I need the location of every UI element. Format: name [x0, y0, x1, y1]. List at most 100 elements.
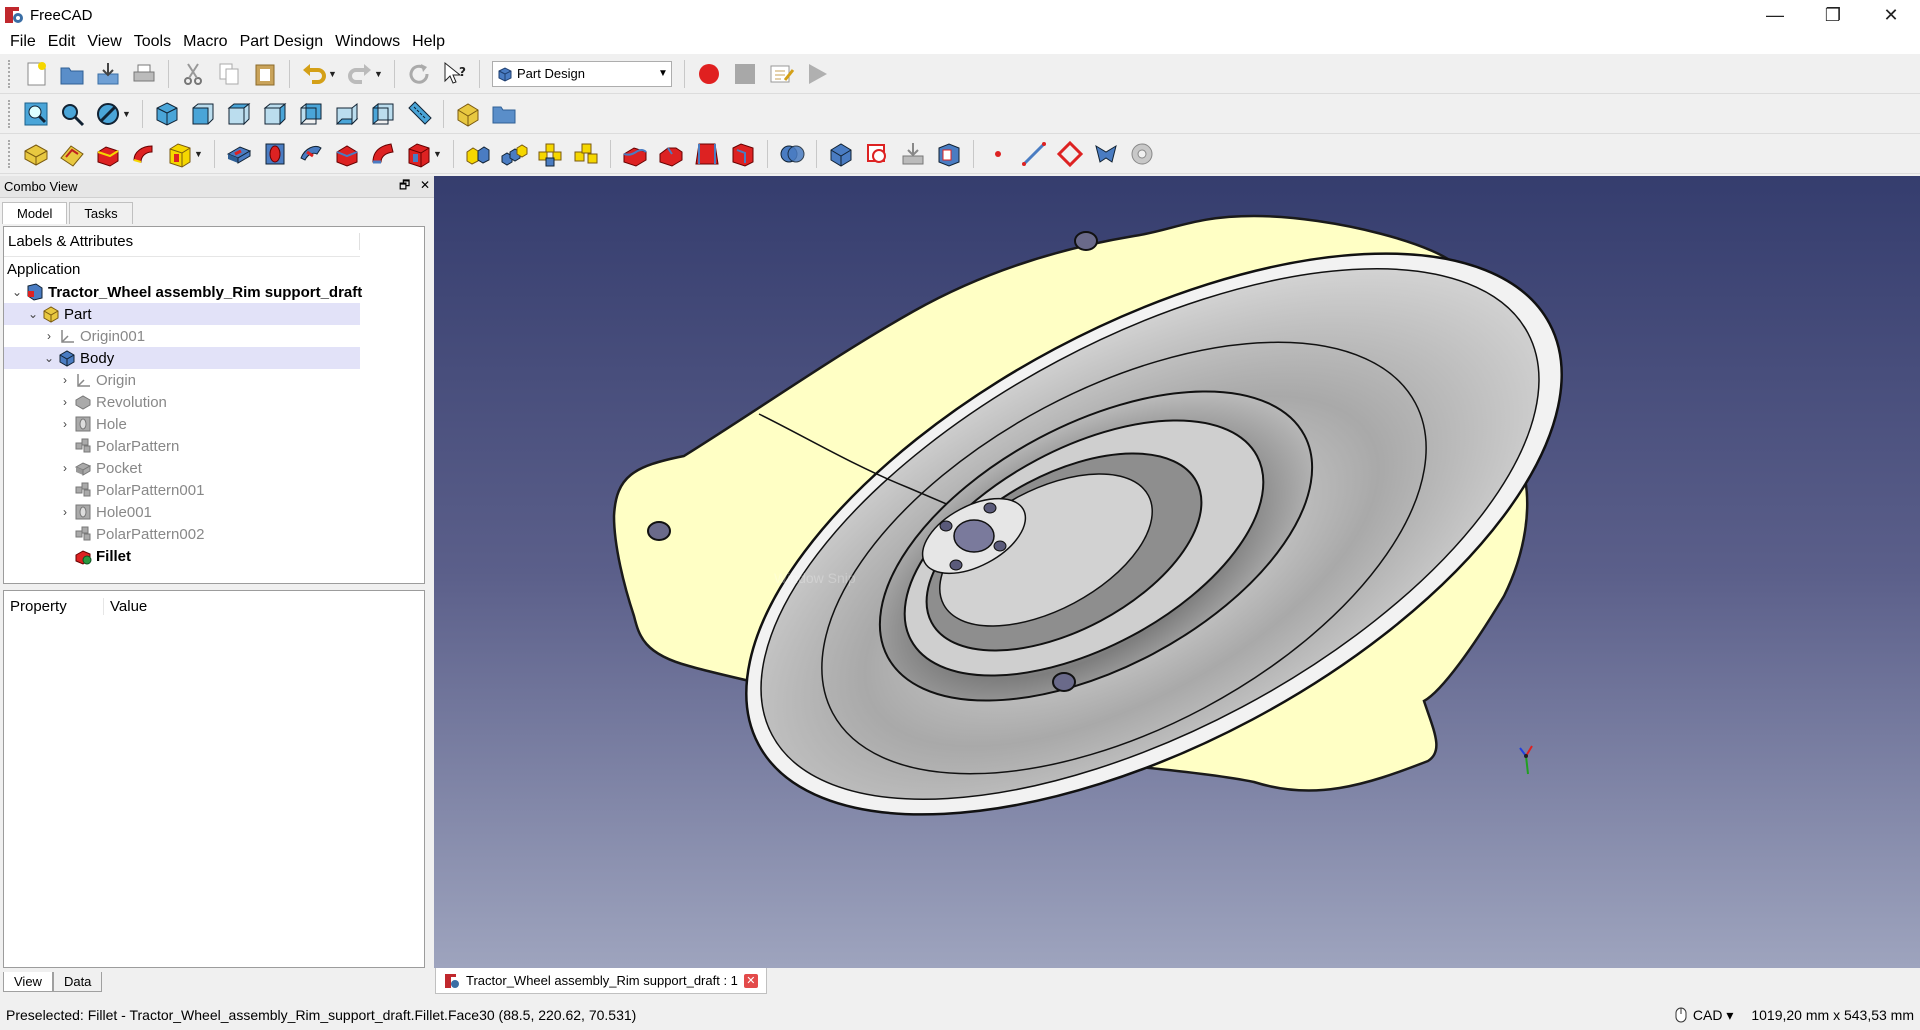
open-button[interactable]	[55, 57, 89, 91]
cut-button[interactable]	[176, 57, 210, 91]
macro-stop-button[interactable]	[728, 57, 762, 91]
hole-button[interactable]	[258, 137, 292, 171]
copy-button[interactable]	[212, 57, 246, 91]
sprocket-button[interactable]	[1125, 137, 1159, 171]
datum-point-button[interactable]	[981, 137, 1015, 171]
view-bottom-button[interactable]	[330, 97, 364, 131]
measure-button[interactable]	[402, 97, 436, 131]
menu-view[interactable]: View	[81, 33, 127, 51]
datum-line-button[interactable]	[1017, 137, 1051, 171]
redo-dropdown[interactable]: ▼	[374, 69, 384, 79]
toolbar-grip[interactable]	[8, 99, 12, 128]
tree-item[interactable]: PolarPattern001	[4, 479, 424, 501]
paste-button[interactable]	[248, 57, 282, 91]
thickness-button[interactable]	[726, 137, 760, 171]
undo-dropdown[interactable]: ▼	[328, 69, 338, 79]
minimize-button[interactable]: —	[1746, 0, 1804, 30]
chevron-down-icon[interactable]: ⌄	[26, 307, 40, 321]
bolt-hole-3[interactable]	[993, 540, 1007, 552]
rim-support-model[interactable]	[434, 176, 1920, 968]
chevron-right-icon[interactable]: ›	[58, 461, 72, 475]
chevron-right-icon[interactable]: ›	[58, 373, 72, 387]
view-front-button[interactable]	[186, 97, 220, 131]
bolt-hole-2[interactable]	[983, 502, 997, 514]
menu-macro[interactable]: Macro	[177, 33, 233, 51]
chevron-right-icon[interactable]: ›	[58, 505, 72, 519]
macro-record-button[interactable]	[692, 57, 726, 91]
new-document-button[interactable]	[19, 57, 53, 91]
subtractive-loft-button[interactable]	[330, 137, 364, 171]
property-column-header[interactable]: Property	[4, 597, 104, 615]
workbench-selector[interactable]: Part Design ▼	[492, 60, 672, 87]
tab-model[interactable]: Model	[2, 202, 68, 224]
chevron-right-icon[interactable]: ›	[58, 417, 72, 431]
menu-file[interactable]: File	[4, 33, 42, 51]
tab-view[interactable]: View	[3, 972, 53, 992]
3d-viewport[interactable]: Window Snip	[434, 176, 1920, 968]
groove-button[interactable]	[294, 137, 328, 171]
navigation-style-selector[interactable]: CAD ▾	[1675, 1007, 1733, 1024]
create-part-button[interactable]	[451, 97, 485, 131]
tree-item[interactable]: PolarPattern	[4, 435, 424, 457]
datum-shape-button[interactable]	[932, 137, 966, 171]
redo-button[interactable]	[343, 57, 377, 91]
chevron-down-icon[interactable]: ⌄	[10, 285, 24, 299]
tree-item[interactable]: › Revolution	[4, 391, 424, 413]
menu-windows[interactable]: Windows	[329, 33, 406, 51]
draw-style-button[interactable]	[91, 97, 125, 131]
fit-all-button[interactable]	[19, 97, 53, 131]
tree-item[interactable]: › Hole	[4, 413, 424, 435]
mount-hole-left[interactable]	[647, 521, 671, 541]
toolbar-grip[interactable]	[8, 139, 12, 168]
tree-item[interactable]: ⌄ Tractor_Wheel assembly_Rim support_draf…	[4, 281, 424, 303]
tree-item[interactable]: › Origin	[4, 369, 424, 391]
toolbar-grip[interactable]	[8, 59, 12, 88]
chevron-right-icon[interactable]: ›	[58, 395, 72, 409]
local-cs-button[interactable]	[1089, 137, 1123, 171]
view-left-button[interactable]	[366, 97, 400, 131]
print-button[interactable]	[127, 57, 161, 91]
close-panel-icon[interactable]: ✕	[420, 178, 430, 192]
tree-item[interactable]: ⌄ Part	[4, 303, 360, 325]
macro-edit-button[interactable]	[764, 57, 798, 91]
close-button[interactable]: ✕	[1862, 0, 1920, 30]
chevron-down-icon[interactable]: ⌄	[42, 351, 56, 365]
tree-item[interactable]: PolarPattern002	[4, 523, 424, 545]
tree-item[interactable]: ⌄ Body	[4, 347, 360, 369]
close-tab-icon[interactable]: ✕	[743, 973, 758, 988]
datum-plane-button[interactable]	[1053, 137, 1087, 171]
pad-button[interactable]	[91, 137, 125, 171]
additive-primitive-button[interactable]	[163, 137, 197, 171]
pocket-button[interactable]	[222, 137, 256, 171]
subtractive-pipe-button[interactable]	[366, 137, 400, 171]
create-sketch-button[interactable]	[55, 137, 89, 171]
whats-this-button[interactable]: ?	[438, 57, 472, 91]
fit-selection-button[interactable]	[55, 97, 89, 131]
macro-run-button[interactable]	[800, 57, 834, 91]
chamfer-button[interactable]	[654, 137, 688, 171]
boolean-button[interactable]	[775, 137, 809, 171]
bolt-hole-1[interactable]	[939, 520, 953, 532]
revolution-button[interactable]	[127, 137, 161, 171]
center-bore[interactable]	[953, 519, 995, 553]
view-top-button[interactable]	[222, 97, 256, 131]
sub-shape-binder-button[interactable]	[860, 137, 894, 171]
subtractive-primitive-dropdown[interactable]: ▼	[433, 149, 443, 159]
save-button[interactable]	[91, 57, 125, 91]
tree-item[interactable]: Fillet	[4, 545, 424, 567]
menu-tools[interactable]: Tools	[128, 33, 177, 51]
chevron-right-icon[interactable]: ›	[42, 329, 56, 343]
linear-pattern-button[interactable]	[497, 137, 531, 171]
clone-button[interactable]	[896, 137, 930, 171]
mirrored-button[interactable]	[461, 137, 495, 171]
value-column-header[interactable]: Value	[104, 598, 147, 615]
multitransform-button[interactable]	[569, 137, 603, 171]
mount-hole-bottom[interactable]	[1052, 672, 1076, 692]
additive-primitive-dropdown[interactable]: ▼	[194, 149, 204, 159]
subtractive-primitive-button[interactable]	[402, 137, 436, 171]
menu-help[interactable]: Help	[406, 33, 451, 51]
tab-tasks[interactable]: Tasks	[69, 202, 133, 224]
polar-pattern-button[interactable]	[533, 137, 567, 171]
view-isometric-button[interactable]	[150, 97, 184, 131]
document-tab[interactable]: Tractor_Wheel assembly_Rim support_draft…	[435, 968, 767, 994]
